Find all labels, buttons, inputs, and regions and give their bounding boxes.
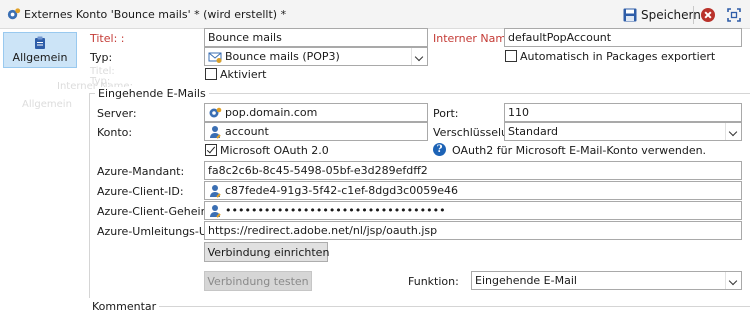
internal-name-input[interactable]: defaultPopAccount — [504, 28, 742, 47]
server-label: Server: — [97, 107, 137, 120]
test-connection-button[interactable]: Verbindung testen — [204, 271, 312, 291]
chevron-down-icon[interactable] — [725, 123, 741, 140]
mailbox-icon — [208, 52, 222, 63]
floppy-disk-icon — [623, 8, 637, 22]
server-value: pop.domain.com — [225, 106, 318, 119]
client-secret-value: •••••••••••••••••••••••••••••••••• — [225, 204, 446, 217]
type-select[interactable]: Bounce mails (POP3) — [204, 47, 428, 66]
fit-window-icon[interactable] — [727, 8, 741, 22]
type-select-value: Bounce mails (POP3) — [225, 50, 340, 63]
port-label: Port: — [433, 107, 459, 120]
encryption-value: Standard — [508, 125, 559, 138]
window-titlebar: Externes Konto 'Bounce mails' * (wird er… — [0, 0, 750, 29]
server-input[interactable]: pop.domain.com — [204, 103, 428, 122]
client-id-value: c87fede4-91g3-5f42-c1ef-8dgd3c0059e46 — [225, 184, 458, 197]
clipboard-icon — [35, 36, 45, 49]
chevron-down-icon[interactable] — [725, 272, 741, 289]
export-checkbox-label: Automatisch in Packages exportiert — [520, 50, 716, 63]
function-value: Eingehende E-Mail — [475, 274, 577, 287]
title-label: Titel: : — [90, 32, 125, 45]
function-label: Funktion: — [408, 275, 459, 288]
comment-label: Kommentar — [89, 300, 160, 313]
comment-divider — [89, 306, 750, 307]
gear-settings-icon — [7, 8, 21, 20]
cancel-icon[interactable] — [701, 8, 715, 22]
user-key-icon — [210, 185, 221, 198]
window-title: Externes Konto 'Bounce mails' * (wird er… — [24, 8, 287, 21]
port-input[interactable]: 110 — [504, 103, 742, 122]
title-input[interactable]: Bounce mails — [204, 28, 428, 47]
account-value: account — [225, 125, 269, 138]
account-input[interactable]: account — [204, 122, 428, 141]
oauth-info-text: OAuth2 für Microsoft E-Mail-Konto verwen… — [452, 144, 707, 157]
redirect-url-input[interactable]: https://redirect.adobe.net/nl/jsp/oauth.… — [204, 221, 742, 240]
incoming-mail-group-title: Eingehende E-Mails — [95, 87, 209, 100]
tenant-label: Azure-Mandant: — [97, 165, 185, 178]
client-id-label: Azure-Client-ID: — [97, 185, 184, 198]
encryption-select[interactable]: Standard — [504, 122, 742, 141]
type-label: Typ: — [90, 51, 113, 64]
user-key-icon — [210, 126, 221, 139]
function-select[interactable]: Eingehende E-Mail — [471, 271, 742, 290]
info-icon: ? — [433, 143, 446, 156]
oauth-checkbox-label: Microsoft OAuth 2.0 — [220, 144, 329, 157]
save-label: Speichern — [641, 8, 701, 22]
toolbar-divider — [693, 6, 694, 24]
chevron-down-icon[interactable] — [411, 48, 427, 65]
client-secret-input[interactable]: •••••••••••••••••••••••••••••••••• — [204, 201, 742, 220]
tenant-input[interactable]: fa8c2c6b-8c45-5498-05bf-e3d289efdff2 — [204, 161, 742, 180]
ghost-label: Allgemein — [22, 99, 72, 110]
oauth-checkbox[interactable] — [205, 144, 217, 156]
client-id-input[interactable]: c87fede4-91g3-5f42-c1ef-8dgd3c0059e46 — [204, 181, 742, 200]
connect-button-label: Verbindung einrichten — [207, 245, 330, 259]
active-checkbox[interactable] — [205, 68, 217, 80]
active-checkbox-label: Aktiviert — [220, 68, 267, 81]
sidebar-item-allgemein[interactable]: Allgemein — [3, 32, 77, 68]
user-key-icon — [210, 205, 221, 218]
account-label: Konto: — [97, 126, 133, 139]
export-checkbox[interactable] — [505, 50, 517, 62]
server-icon — [209, 107, 222, 118]
connect-button[interactable]: Verbindung einrichten — [204, 242, 330, 262]
sidebar-item-label: Allgemein — [12, 51, 68, 64]
test-connection-label: Verbindung testen — [207, 274, 309, 288]
sidebar — [0, 30, 81, 310]
